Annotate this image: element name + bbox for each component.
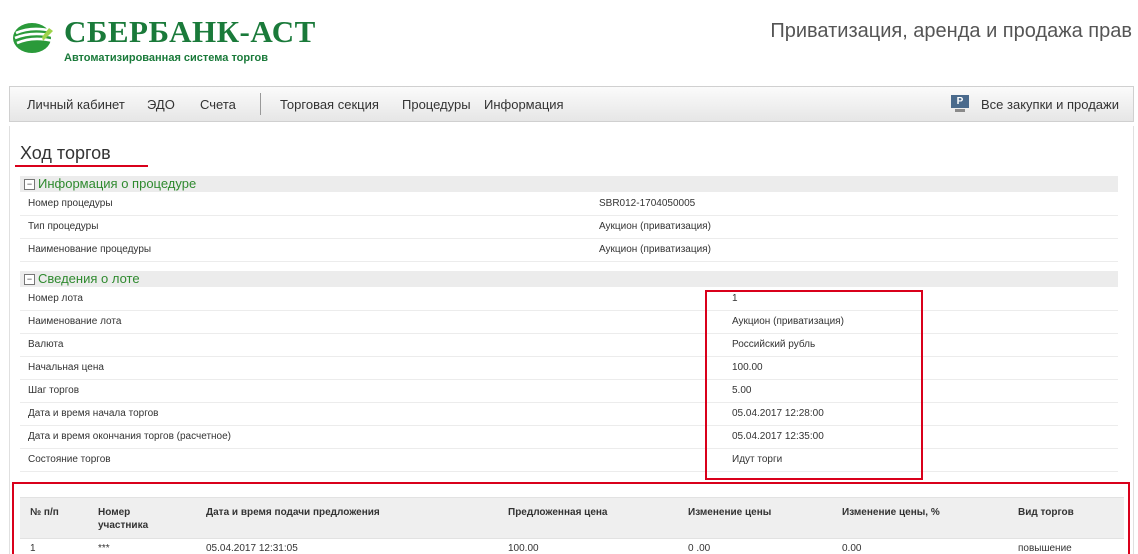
brand-subtitle: Автоматизированная система торгов: [64, 52, 269, 64]
lot-row: Валюта Российский рубль: [20, 333, 1118, 357]
nav-item-trading-section[interactable]: Торговая секция: [280, 97, 379, 112]
nav-divider: [260, 93, 261, 115]
lot-row: Состояние торгов Идут торги: [20, 448, 1118, 472]
row-label: Наименование процедуры: [28, 244, 152, 255]
lot-row: Дата и время окончания торгов (расчетное…: [20, 425, 1118, 449]
row-value: SBR012-1704050005: [599, 198, 696, 209]
info-row: Тип процедуры Аукцион (приватизация): [20, 215, 1118, 239]
procedure-info-header[interactable]: − Информация о процедуре: [20, 176, 1118, 192]
presentation-icon: P: [949, 95, 971, 113]
procedure-info-heading: Информация о процедуре: [38, 176, 197, 191]
all-purchases-link[interactable]: P Все закупки и продажи: [949, 95, 1119, 113]
row-label: Наименование лота: [28, 316, 122, 327]
row-label: Тип процедуры: [28, 221, 99, 232]
collapse-icon[interactable]: −: [24, 274, 35, 285]
lot-info-heading: Сведения о лоте: [38, 271, 140, 286]
highlight-box-bids-table: [12, 482, 1130, 554]
info-row: Наименование процедуры Аукцион (приватиз…: [20, 238, 1118, 262]
info-row: Номер процедуры SBR012-1704050005: [20, 192, 1118, 216]
row-value: Аукцион (приватизация): [599, 244, 711, 255]
brand-name[interactable]: СБЕРБАНК-АСТ: [64, 14, 316, 50]
nav-item-personal-cabinet[interactable]: Личный кабинет: [27, 97, 125, 112]
row-label: Валюта: [28, 339, 64, 350]
page-title: Ход торгов: [20, 143, 111, 163]
row-label: Начальная цена: [28, 362, 104, 373]
row-value: Аукцион (приватизация): [599, 221, 711, 232]
row-label: Шаг торгов: [28, 385, 80, 396]
row-label: Состояние торгов: [28, 454, 111, 465]
nav-item-edo[interactable]: ЭДО: [147, 97, 175, 112]
title-underline: [15, 165, 148, 167]
section-title: Приватизация, аренда и продажа прав: [770, 20, 1132, 42]
row-label: Номер процедуры: [28, 198, 113, 209]
lot-row: Дата и время начала торгов 05.04.2017 12…: [20, 402, 1118, 426]
row-label: Дата и время начала торгов: [28, 408, 159, 419]
lot-row: Наименование лота Аукцион (приватизация): [20, 310, 1118, 334]
all-purchases-label: Все закупки и продажи: [981, 96, 1119, 112]
site-header: СБЕРБАНК-АСТ Автоматизированная система …: [0, 0, 1138, 82]
sberbank-logo-icon[interactable]: [12, 22, 56, 54]
highlight-box-lot-values: [705, 290, 923, 480]
lot-row: Номер лота 1: [20, 287, 1118, 311]
main-nav: Личный кабинет ЭДО Счета Торговая секция…: [9, 86, 1134, 122]
lot-row: Начальная цена 100.00: [20, 356, 1118, 380]
lot-info-header[interactable]: − Сведения о лоте: [20, 271, 1118, 287]
row-label: Дата и время окончания торгов (расчетное…: [28, 431, 232, 442]
nav-item-information[interactable]: Информация: [484, 97, 564, 112]
collapse-icon[interactable]: −: [24, 179, 35, 190]
lot-row: Шаг торгов 5.00: [20, 379, 1118, 403]
nav-item-procedures[interactable]: Процедуры: [402, 97, 471, 112]
nav-item-accounts[interactable]: Счета: [200, 97, 236, 112]
row-label: Номер лота: [28, 293, 83, 304]
